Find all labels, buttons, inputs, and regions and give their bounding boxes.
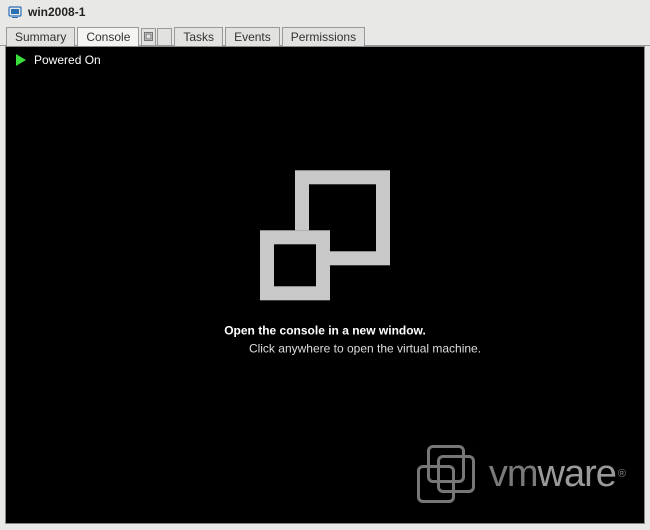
play-icon xyxy=(16,54,26,66)
vmware-wordmark: vmware xyxy=(489,455,616,493)
vm-title: win2008-1 xyxy=(28,5,85,19)
console-headline: Open the console in a new window. xyxy=(6,323,644,337)
tab-permissions[interactable]: Permissions xyxy=(282,27,365,46)
blank-button[interactable] xyxy=(157,28,172,46)
tab-summary[interactable]: Summary xyxy=(6,27,75,46)
tab-console[interactable]: Console xyxy=(77,27,139,46)
console-placeholder: Open the console in a new window. Click … xyxy=(6,170,644,355)
tabbar: Summary Console Tasks Events Permissions xyxy=(0,24,650,46)
tab-events[interactable]: Events xyxy=(225,27,280,46)
registered-mark: ® xyxy=(618,468,626,480)
console-stack-icon xyxy=(250,170,400,300)
console-tab-controls xyxy=(141,28,172,46)
tab-tasks[interactable]: Tasks xyxy=(174,27,223,46)
vm-icon xyxy=(8,5,22,19)
titlebar: win2008-1 xyxy=(0,0,650,24)
vmware-watermark: vmware ® xyxy=(415,445,626,503)
popout-button[interactable] xyxy=(141,28,156,46)
console-hint: Click anywhere to open the virtual machi… xyxy=(86,341,644,355)
power-status: Powered On xyxy=(16,53,101,67)
power-status-label: Powered On xyxy=(34,53,101,67)
console-area[interactable]: Powered On Open the console in a new win… xyxy=(5,46,645,524)
vmware-logo-icon xyxy=(415,445,481,503)
